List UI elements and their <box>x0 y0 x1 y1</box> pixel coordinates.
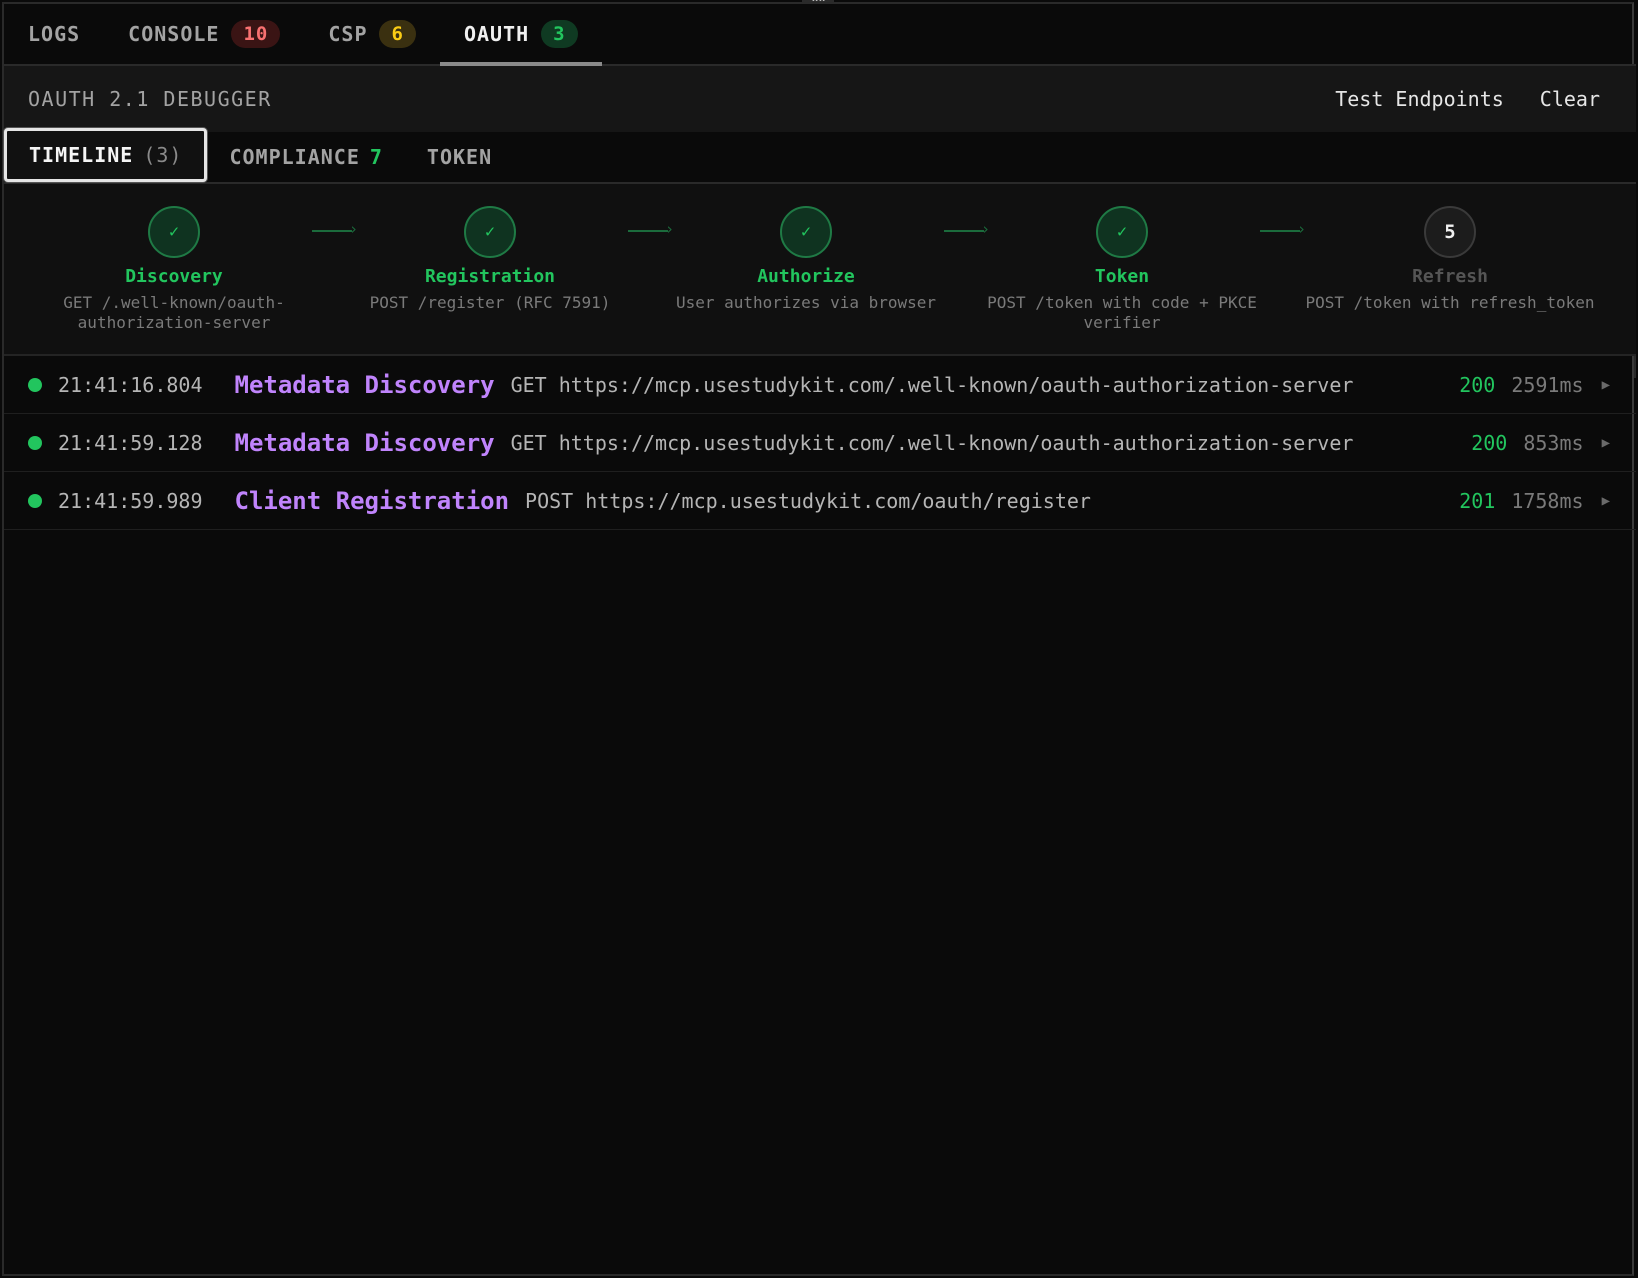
step-name: Authorize <box>757 266 855 287</box>
row-status: 201 <box>1459 488 1496 513</box>
compliance-count: 7 <box>369 145 383 169</box>
expand-arrow-icon[interactable]: ▶ <box>1602 493 1610 509</box>
tab-token-label: TOKEN <box>426 145 493 169</box>
step-description: User authorizes via browser <box>675 293 937 312</box>
flow-step-token: ✓ Token POST /token with code + PKCE ver… <box>972 206 1272 333</box>
step-name: Registration <box>424 266 556 287</box>
csp-count-badge: 6 <box>379 20 416 48</box>
tab-console-label: CONSOLE <box>128 22 220 46</box>
tab-csp-label: CSP <box>328 22 368 46</box>
check-icon: ✓ <box>464 206 516 258</box>
step-description: POST /token with refresh_token <box>1305 293 1595 312</box>
check-icon: ✓ <box>1096 206 1148 258</box>
flow-step-discovery: ✓ Discovery GET /.well-known/oauth-autho… <box>24 206 324 333</box>
row-status: 200 <box>1471 430 1508 455</box>
timeline-list: 21:41:16.804 Metadata Discovery GET http… <box>4 356 1636 530</box>
tab-token[interactable]: TOKEN <box>405 131 514 183</box>
row-duration: 853ms <box>1523 430 1584 455</box>
row-duration: 2591ms <box>1511 372 1584 397</box>
timeline-row[interactable]: 21:41:16.804 Metadata Discovery GET http… <box>4 356 1636 414</box>
timeline-count: (3) <box>143 143 183 167</box>
row-url: https://mcp.usestudykit.com/oauth/regist… <box>585 488 1091 513</box>
tab-oauth-label: OAUTH <box>463 22 530 46</box>
row-url: https://mcp.usestudykit.com/.well-known/… <box>558 372 1354 397</box>
row-url: https://mcp.usestudykit.com/.well-known/… <box>558 430 1354 455</box>
tab-compliance-label: COMPLIANCE <box>229 145 360 169</box>
oauth-count-badge: 3 <box>541 20 578 48</box>
row-label: Metadata Discovery <box>234 370 495 399</box>
expand-arrow-icon[interactable]: ▶ <box>1602 435 1610 451</box>
sub-tab-bar: TIMELINE (3) COMPLIANCE 7 TOKEN <box>4 128 1636 184</box>
flow-step-registration: ✓ Registration POST /register (RFC 7591) <box>340 206 640 313</box>
step-name: Refresh <box>1412 266 1488 287</box>
tab-logs[interactable]: LOGS <box>28 4 80 64</box>
tab-logs-label: LOGS <box>28 22 81 46</box>
status-dot-icon <box>28 435 42 450</box>
check-icon: ✓ <box>780 206 832 258</box>
row-method: GET <box>510 430 547 455</box>
row-method: POST <box>525 488 574 513</box>
step-name: Token <box>1094 266 1150 287</box>
tab-console[interactable]: CONSOLE 10 <box>128 4 281 64</box>
row-label: Client Registration <box>234 486 510 515</box>
arrow-right-icon <box>1260 220 1306 238</box>
console-count-badge: 10 <box>231 20 281 48</box>
step-name: Discovery <box>125 266 223 287</box>
devtools-panel: LOGS CONSOLE 10 CSP 6 OAUTH 3 OAUTH 2.1 … <box>2 2 1636 1276</box>
flow-step-authorize: ✓ Authorize User authorizes via browser <box>656 206 956 313</box>
row-method: GET <box>510 372 547 397</box>
tab-timeline-label: TIMELINE <box>29 143 134 167</box>
timeline-row[interactable]: 21:41:59.989 Client Registration POST ht… <box>4 472 1636 530</box>
row-duration: 1758ms <box>1511 488 1584 513</box>
row-label: Metadata Discovery <box>234 428 495 457</box>
top-tab-bar: LOGS CONSOLE 10 CSP 6 OAUTH 3 <box>4 4 1636 66</box>
row-time: 21:41:16.804 <box>58 372 203 397</box>
timeline-row[interactable]: 21:41:59.128 Metadata Discovery GET http… <box>4 414 1636 472</box>
row-time: 21:41:59.989 <box>58 488 203 513</box>
test-endpoints-button[interactable]: Test Endpoints <box>1335 87 1504 111</box>
debugger-header: OAUTH 2.1 DEBUGGER Test Endpoints Clear <box>4 66 1636 132</box>
debugger-title: OAUTH 2.1 DEBUGGER <box>28 87 272 111</box>
step-description: POST /token with code + PKCE verifier <box>987 293 1257 332</box>
flow-step-refresh: 5 Refresh POST /token with refresh_token <box>1300 206 1600 313</box>
step-description: POST /register (RFC 7591) <box>369 293 611 312</box>
check-icon: ✓ <box>148 206 200 258</box>
clear-button[interactable]: Clear <box>1540 87 1600 111</box>
tab-compliance[interactable]: COMPLIANCE 7 <box>207 131 404 183</box>
tab-csp[interactable]: CSP 6 <box>328 4 416 64</box>
expand-arrow-icon[interactable]: ▶ <box>1602 377 1610 393</box>
step-number: 5 <box>1424 206 1476 258</box>
row-time: 21:41:59.128 <box>58 430 203 455</box>
tab-oauth[interactable]: OAUTH 3 <box>439 4 602 66</box>
oauth-flow-steps: ✓ Discovery GET /.well-known/oauth-autho… <box>4 184 1636 356</box>
step-description: GET /.well-known/oauth-authorization-ser… <box>63 293 285 332</box>
status-dot-icon <box>28 493 42 508</box>
row-status: 200 <box>1459 372 1496 397</box>
status-dot-icon <box>28 377 42 392</box>
tab-timeline[interactable]: TIMELINE (3) <box>4 128 208 182</box>
